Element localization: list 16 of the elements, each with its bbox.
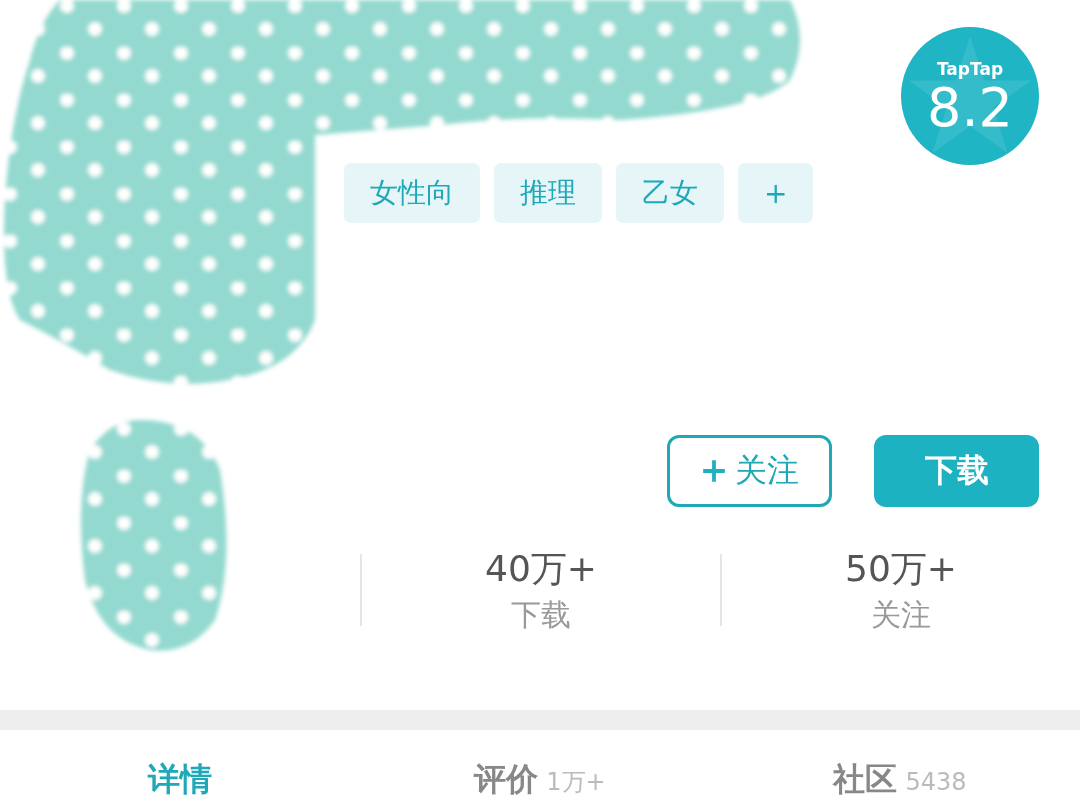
tab[interactable]: 详情 — [148, 760, 212, 799]
plus-icon — [700, 458, 727, 484]
tag-chip[interactable]: 乙女 — [616, 163, 724, 223]
tab[interactable]: 评价 1万+ — [474, 760, 606, 799]
brand-label: TapTap — [936, 59, 1004, 79]
stat-label: 关注 — [871, 598, 931, 632]
follow-button[interactable]: 关注 — [667, 435, 832, 507]
stat-value: 50万+ — [845, 548, 957, 589]
stat-value: 40万+ — [485, 548, 597, 589]
tab[interactable]: 社区 5438 — [833, 760, 967, 799]
tag-chip[interactable]: 女性向 — [344, 163, 480, 223]
download-button[interactable]: 下载 — [874, 435, 1039, 507]
tag-chip[interactable]: 推理 — [494, 163, 602, 223]
rating-score: 8.2 — [927, 81, 1013, 135]
stat-label: 下载 — [511, 598, 571, 632]
tag-chip[interactable]: + — [738, 163, 814, 223]
